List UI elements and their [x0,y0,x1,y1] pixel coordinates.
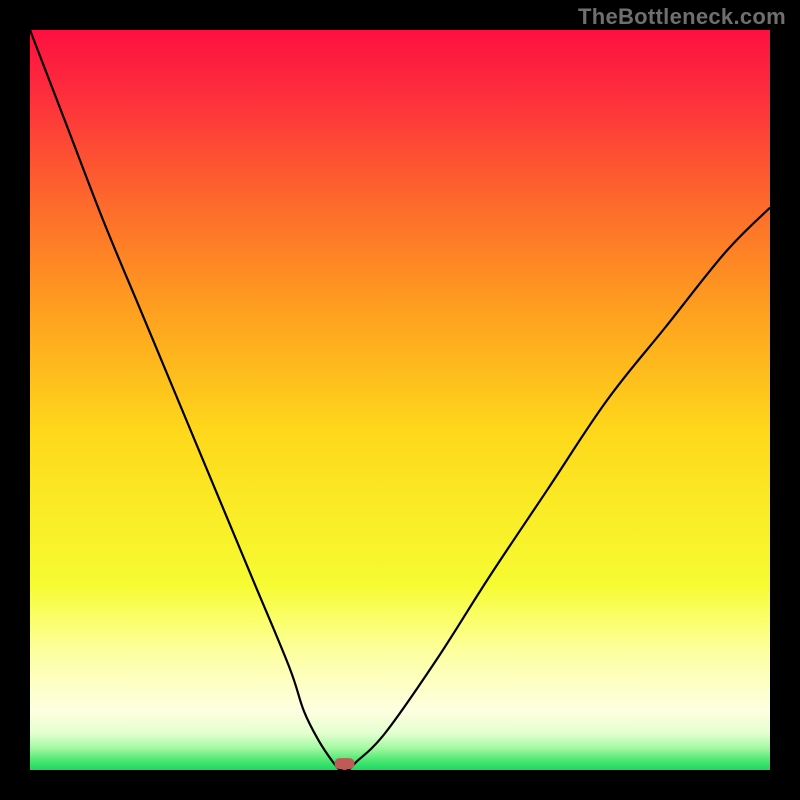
watermark-text: TheBottleneck.com [578,4,786,30]
plot-area [30,30,770,770]
minimum-marker [335,758,355,769]
chart-frame: TheBottleneck.com [0,0,800,800]
curve-path [30,30,770,771]
bottleneck-curve [30,30,770,770]
